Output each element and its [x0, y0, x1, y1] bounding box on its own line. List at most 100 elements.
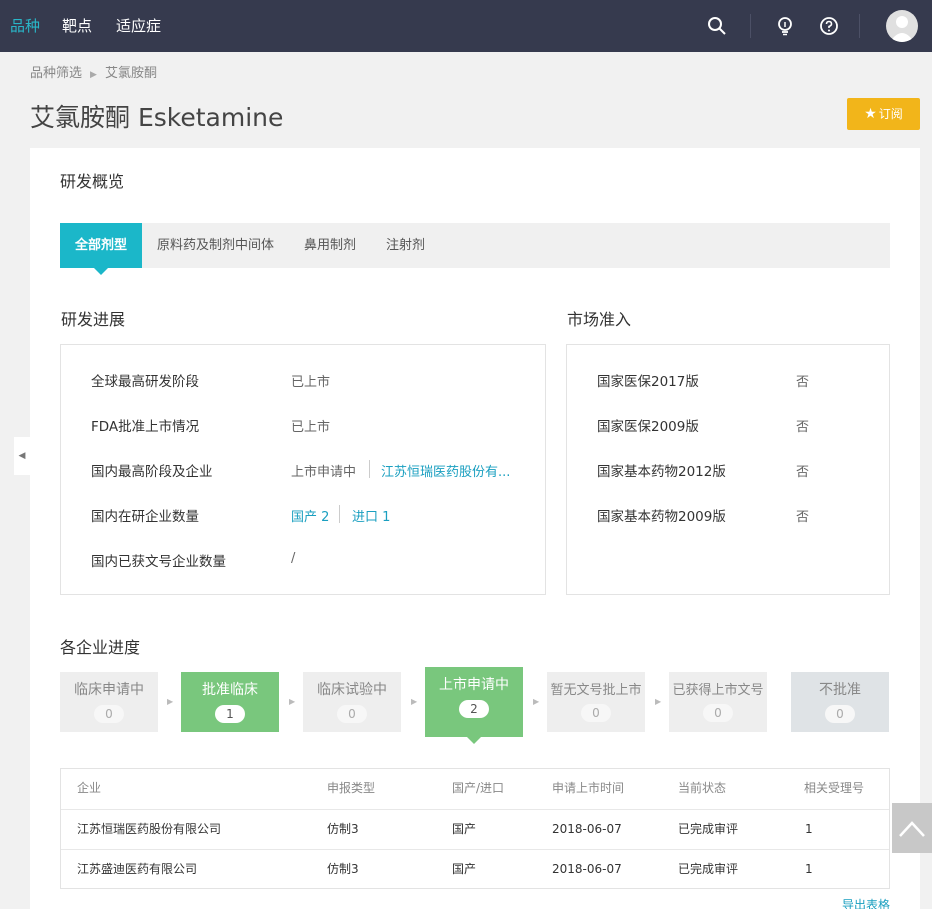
nav-item-indication[interactable]: 适应症: [116, 0, 161, 52]
divider: [339, 505, 340, 523]
column-header: 相关受理号: [804, 781, 865, 795]
stage-label: 暂无文号批上市: [550, 683, 642, 698]
caret-right-icon: ▶: [90, 70, 97, 80]
progress-title: 研发进展: [61, 310, 126, 329]
table-cell: 仿制3: [327, 822, 359, 836]
progress-panel: 全球最高研发阶段 已上市 FDA批准上市情况 已上市 国内最高阶段及企业 上市申…: [60, 344, 546, 595]
nav-item-target[interactable]: 靶点: [62, 0, 92, 52]
kv-label: 国内已获文号企业数量: [91, 554, 226, 570]
export-table-link[interactable]: 导出表格: [842, 896, 890, 909]
stage-card[interactable]: 上市申请中 2: [425, 667, 523, 744]
kv-label: FDA批准上市情况: [91, 419, 200, 435]
overview-card: 研发概览 全部剂型 原料药及制剂中间体 鼻用制剂 注射剂 研发进展 全球最高研发…: [30, 148, 920, 909]
avatar[interactable]: [886, 10, 918, 42]
column-header: 当前状态: [678, 781, 727, 795]
bulb-icon[interactable]: [775, 16, 795, 36]
kv-value: 否: [796, 420, 810, 435]
arrow-right-icon: ▶: [533, 697, 540, 706]
kv-label: 国家医保2017版: [597, 374, 699, 390]
divider: [859, 14, 860, 38]
subscribe-label: 订阅: [878, 107, 903, 121]
company-link[interactable]: 江苏恒瑞医药股份有限公司: [77, 810, 221, 849]
column-header: 企业: [77, 781, 102, 795]
kv-label: 国家基本药物2009版: [597, 509, 726, 525]
table-cell: 2018-06-07: [552, 862, 622, 876]
domestic-count-link[interactable]: 国产 2: [291, 506, 329, 525]
table-cell: 2018-06-07: [552, 822, 622, 836]
kv-label: 国内在研企业数量: [91, 509, 199, 525]
table-cell: 已完成审评: [678, 862, 739, 876]
column-header: 申请上市时间: [552, 781, 625, 795]
stage-label: 批准临床: [202, 682, 258, 698]
top-navigation-bar: 品种 靶点 适应症: [0, 0, 932, 52]
stage-card[interactable]: 批准临床 1: [181, 672, 279, 732]
acceptance-count-link[interactable]: 1: [805, 810, 813, 849]
overview-title: 研发概览: [60, 172, 125, 191]
stage-count: 2: [459, 700, 489, 718]
kv-value: 已上市: [291, 420, 331, 435]
help-icon[interactable]: [819, 16, 839, 36]
table-row: 江苏恒瑞医药股份有限公司 仿制3 国产 2018-06-07 已完成审评 1: [61, 809, 889, 849]
page-title: 艾氯胺酮 Esketamine: [30, 103, 284, 132]
stage-card[interactable]: 暂无文号批上市 0: [547, 672, 645, 732]
company-link[interactable]: 江苏恒瑞医药股份有...: [381, 461, 510, 480]
caret-left-icon: ◀: [18, 451, 26, 461]
column-header: 申报类型: [327, 781, 376, 795]
company-link[interactable]: 江苏盛迪医药有限公司: [77, 850, 197, 889]
nav-item-variety[interactable]: 品种: [10, 0, 40, 52]
kv-value: 已上市: [291, 375, 331, 390]
market-title: 市场准入: [567, 310, 632, 329]
stage-count: 0: [825, 705, 855, 723]
kv-label: 国家医保2009版: [597, 419, 699, 435]
search-icon[interactable]: [707, 16, 727, 36]
table-cell: 已完成审评: [678, 822, 739, 836]
breadcrumb: 品种筛选 ▶ 艾氯胺酮: [30, 62, 157, 81]
stage-count: 0: [337, 705, 367, 723]
stage-card[interactable]: 已获得上市文号 0: [669, 672, 767, 732]
market-panel: 国家医保2017版 否 国家医保2009版 否 国家基本药物2012版 否 国家…: [566, 344, 890, 595]
chevron-up-icon: [899, 821, 925, 837]
divider: [369, 460, 370, 478]
stage-label: 已获得上市文号: [672, 683, 764, 698]
kv-value: 否: [796, 510, 810, 525]
subscribe-button[interactable]: ★ 订阅: [847, 98, 920, 130]
stage-label: 不批准: [819, 682, 861, 698]
table-cell: 仿制3: [327, 862, 359, 876]
collapse-handle[interactable]: ◀: [14, 437, 30, 475]
table-row: 江苏盛迪医药有限公司 仿制3 国产 2018-06-07 已完成审评 1: [61, 849, 889, 889]
tab-nasal[interactable]: 鼻用制剂: [304, 223, 356, 268]
table-cell: 国产: [452, 862, 477, 876]
star-icon: ★: [864, 106, 877, 122]
stage-card[interactable]: 不批准 0: [791, 672, 889, 732]
table-cell: 国产: [452, 822, 477, 836]
stage-card[interactable]: 临床试验中 0: [303, 672, 401, 732]
stage-count: 0: [581, 704, 611, 722]
tab-api-intermediates[interactable]: 原料药及制剂中间体: [157, 223, 274, 268]
kv-value: /: [291, 551, 296, 566]
kv-label: 国内最高阶段及企业: [91, 464, 213, 480]
kv-label: 全球最高研发阶段: [91, 374, 199, 390]
tab-all-forms[interactable]: 全部剂型: [60, 223, 142, 275]
column-header: 国产/进口: [452, 781, 505, 795]
arrow-right-icon: ▶: [289, 697, 296, 706]
import-count-link[interactable]: 进口 1: [352, 506, 390, 525]
stages-title: 各企业进度: [60, 638, 141, 657]
tab-injection[interactable]: 注射剂: [386, 223, 425, 268]
kv-value: 否: [796, 375, 810, 390]
stage-count: 1: [215, 705, 245, 723]
kv-value: 否: [796, 465, 810, 480]
breadcrumb-item-current: 艾氯胺酮: [104, 66, 157, 81]
stage-card[interactable]: 临床申请中 0: [60, 672, 158, 732]
arrow-right-icon: ▶: [411, 697, 418, 706]
acceptance-count-link[interactable]: 1: [805, 850, 813, 889]
arrow-right-icon: ▶: [167, 697, 174, 706]
stage-count: 0: [94, 705, 124, 723]
stage-label: 临床试验中: [317, 682, 387, 698]
kv-label: 国家基本药物2012版: [597, 464, 726, 480]
kv-value: 上市申请中: [291, 465, 357, 480]
divider: [750, 14, 751, 38]
breadcrumb-item-filter[interactable]: 品种筛选: [30, 62, 82, 81]
back-to-top-button[interactable]: [892, 803, 932, 853]
stage-count: 0: [703, 704, 733, 722]
table-header: 企业 申报类型 国产/进口 申请上市时间 当前状态 相关受理号: [61, 769, 889, 809]
